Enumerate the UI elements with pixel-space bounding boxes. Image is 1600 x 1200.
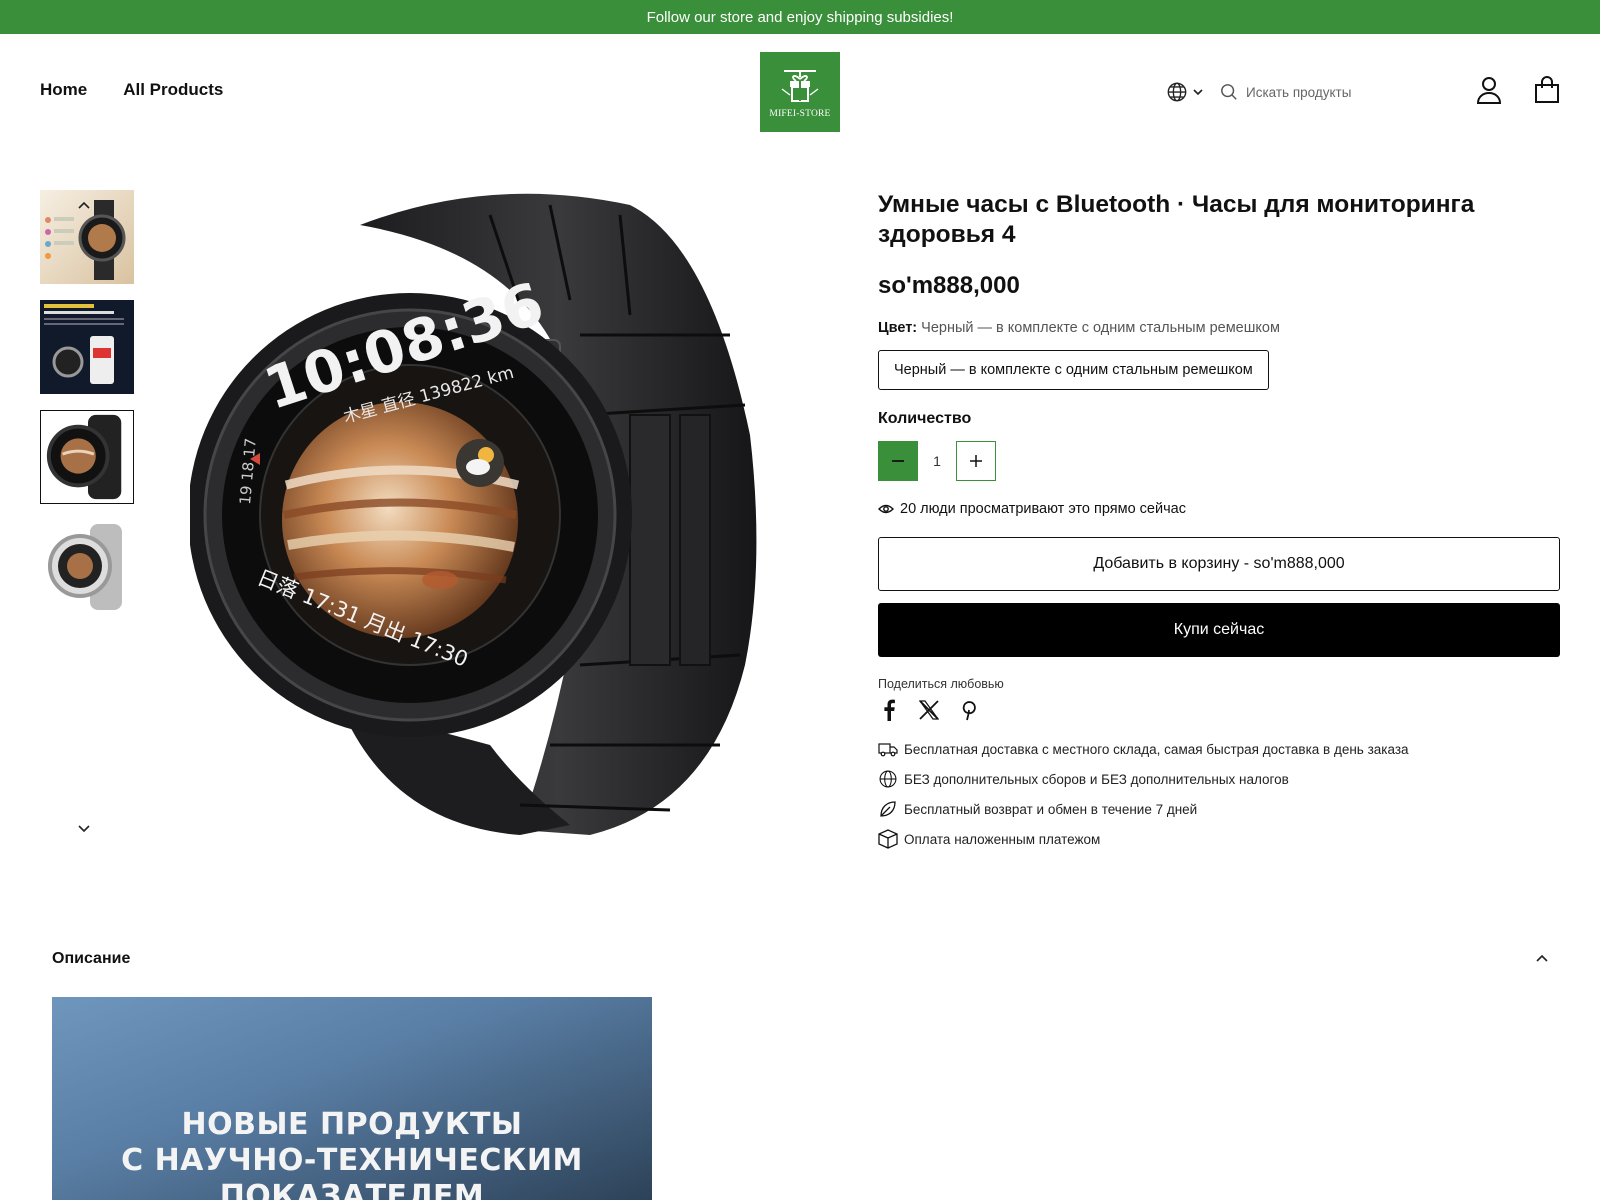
feature-free-returns: Бесплатный возврат и обмен в течение 7 д…: [878, 794, 1560, 824]
thumbnail-4[interactable]: [40, 520, 134, 614]
share-label: Поделиться любовью: [878, 677, 1004, 691]
logo-text: MIFEI-STORE: [769, 109, 831, 119]
smartwatch-image: 10:08:36 木星 直径 139822 km 日落 17:31 月出 17:…: [188, 193, 757, 835]
thumbnail-prev-button[interactable]: [78, 198, 90, 216]
x-share-button[interactable]: [918, 699, 940, 726]
feature-free-shipping: Бесплатная доставка с местного склада, с…: [878, 734, 1560, 764]
description-title: Описание: [52, 950, 131, 967]
facebook-share-button[interactable]: [878, 699, 900, 726]
account-button[interactable]: [1476, 76, 1502, 109]
color-label: Цвет:: [878, 320, 918, 336]
nav-home-link[interactable]: Home: [40, 80, 87, 100]
language-selector[interactable]: [1166, 81, 1204, 103]
feature-list: Бесплатная доставка с местного склада, с…: [878, 734, 1560, 854]
banner-line: ПОКАЗАТЕЛЕМ: [219, 1179, 485, 1200]
viewers-text: 20 люди просматривают это прямо сейчас: [900, 501, 1186, 517]
chevron-down-icon: [78, 825, 90, 833]
search-bar[interactable]: [1220, 83, 1440, 101]
user-icon: [1476, 77, 1502, 104]
search-input[interactable]: [1246, 84, 1436, 100]
banner-text: НОВЫЕ ПРОДУКТЫ С НАУЧНО-ТЕХНИЧЕСКИМ ПОКА…: [52, 1107, 652, 1200]
leaf-icon: [880, 801, 896, 817]
main-nav: Home All Products: [40, 80, 223, 100]
thumbnail-image: [48, 524, 122, 610]
product-title: Умные часы с Bluetooth · Часы для монито…: [878, 191, 1475, 248]
thumbnail-3[interactable]: [40, 410, 134, 504]
feature-cash-on-delivery: Оплата наложенным платежом: [878, 824, 1560, 854]
announcement-bar: Follow our store and enjoy shipping subs…: [0, 0, 1600, 34]
description-banner-image: НОВЫЕ ПРОДУКТЫ С НАУЧНО-ТЕХНИЧЕСКИМ ПОКА…: [52, 997, 652, 1200]
quantity-value[interactable]: 1: [918, 453, 956, 469]
product-info: Умные часы с Bluetooth · Часы для монито…: [878, 190, 1560, 854]
search-icon: [1221, 84, 1237, 100]
feature-text: Бесплатная доставка с местного склада, с…: [904, 741, 1409, 757]
thumbnail-image: [46, 414, 122, 500]
quantity-label: Количество: [878, 410, 972, 427]
color-value: Черный — в комплекте с одним стальным ре…: [921, 320, 1280, 336]
banner-line: С НАУЧНО-ТЕХНИЧЕСКИМ: [121, 1143, 583, 1178]
facebook-icon: [884, 699, 895, 721]
x-icon: [918, 700, 940, 720]
thumbnail-image: [44, 304, 124, 384]
chevron-up-icon: [78, 201, 90, 209]
globe-icon: [879, 770, 897, 788]
shopping-bag-icon: [1535, 76, 1559, 103]
product-price: so'm888,000: [878, 272, 1020, 299]
feature-text: Оплата наложенным платежом: [904, 831, 1101, 847]
buy-now-button[interactable]: Купи сейчас: [878, 603, 1560, 657]
announcement-text: Follow our store and enjoy shipping subs…: [646, 8, 954, 26]
cart-button[interactable]: [1534, 76, 1560, 109]
chevron-up-icon: [1536, 954, 1548, 962]
description-accordion-toggle[interactable]: Описание: [52, 944, 1548, 974]
nav-all-products-link[interactable]: All Products: [123, 80, 223, 100]
color-selection: Цвет: Черный — в комплекте с одним сталь…: [878, 320, 1560, 336]
gift-drone-icon: [781, 70, 819, 102]
thumbnail-2[interactable]: [40, 300, 134, 394]
share-buttons: [878, 699, 1560, 726]
plus-icon: [970, 455, 982, 467]
quantity-decrease-button[interactable]: [878, 441, 918, 481]
globe-icon: [1167, 82, 1187, 102]
quantity-stepper: 1: [878, 441, 1560, 481]
quantity-increase-button[interactable]: [956, 441, 996, 481]
truck-icon: [878, 743, 898, 757]
pinterest-icon: [962, 701, 976, 721]
store-logo[interactable]: MIFEI-STORE: [760, 52, 840, 132]
thumbnail-next-button[interactable]: [78, 820, 90, 838]
pinterest-share-button[interactable]: [958, 699, 980, 726]
feature-text: БЕЗ дополнительных сборов и БЕЗ дополнит…: [904, 771, 1289, 787]
box-icon: [878, 829, 898, 849]
add-to-cart-button[interactable]: Добавить в корзину - so'm888,000: [878, 537, 1560, 591]
eye-icon: [878, 504, 894, 514]
variant-option-black[interactable]: Черный — в комплекте с одним стальным ре…: [878, 350, 1269, 390]
main-product-image[interactable]: 10:08:36 木星 直径 139822 km 日落 17:31 月出 17:…: [188, 185, 770, 845]
site-header: Home All Products MIFEI-STORE: [0, 34, 1600, 150]
banner-line: НОВЫЕ ПРОДУКТЫ: [181, 1107, 523, 1142]
feature-text: Бесплатный возврат и обмен в течение 7 д…: [904, 801, 1198, 817]
live-viewers: 20 люди просматривают это прямо сейчас: [878, 501, 1560, 517]
header-tools: [1166, 74, 1440, 110]
minus-icon: [892, 460, 904, 462]
thumbnail-gallery: [40, 190, 134, 630]
chevron-down-icon: [1193, 89, 1203, 96]
feature-no-fees: БЕЗ дополнительных сборов и БЕЗ дополнит…: [878, 764, 1560, 794]
